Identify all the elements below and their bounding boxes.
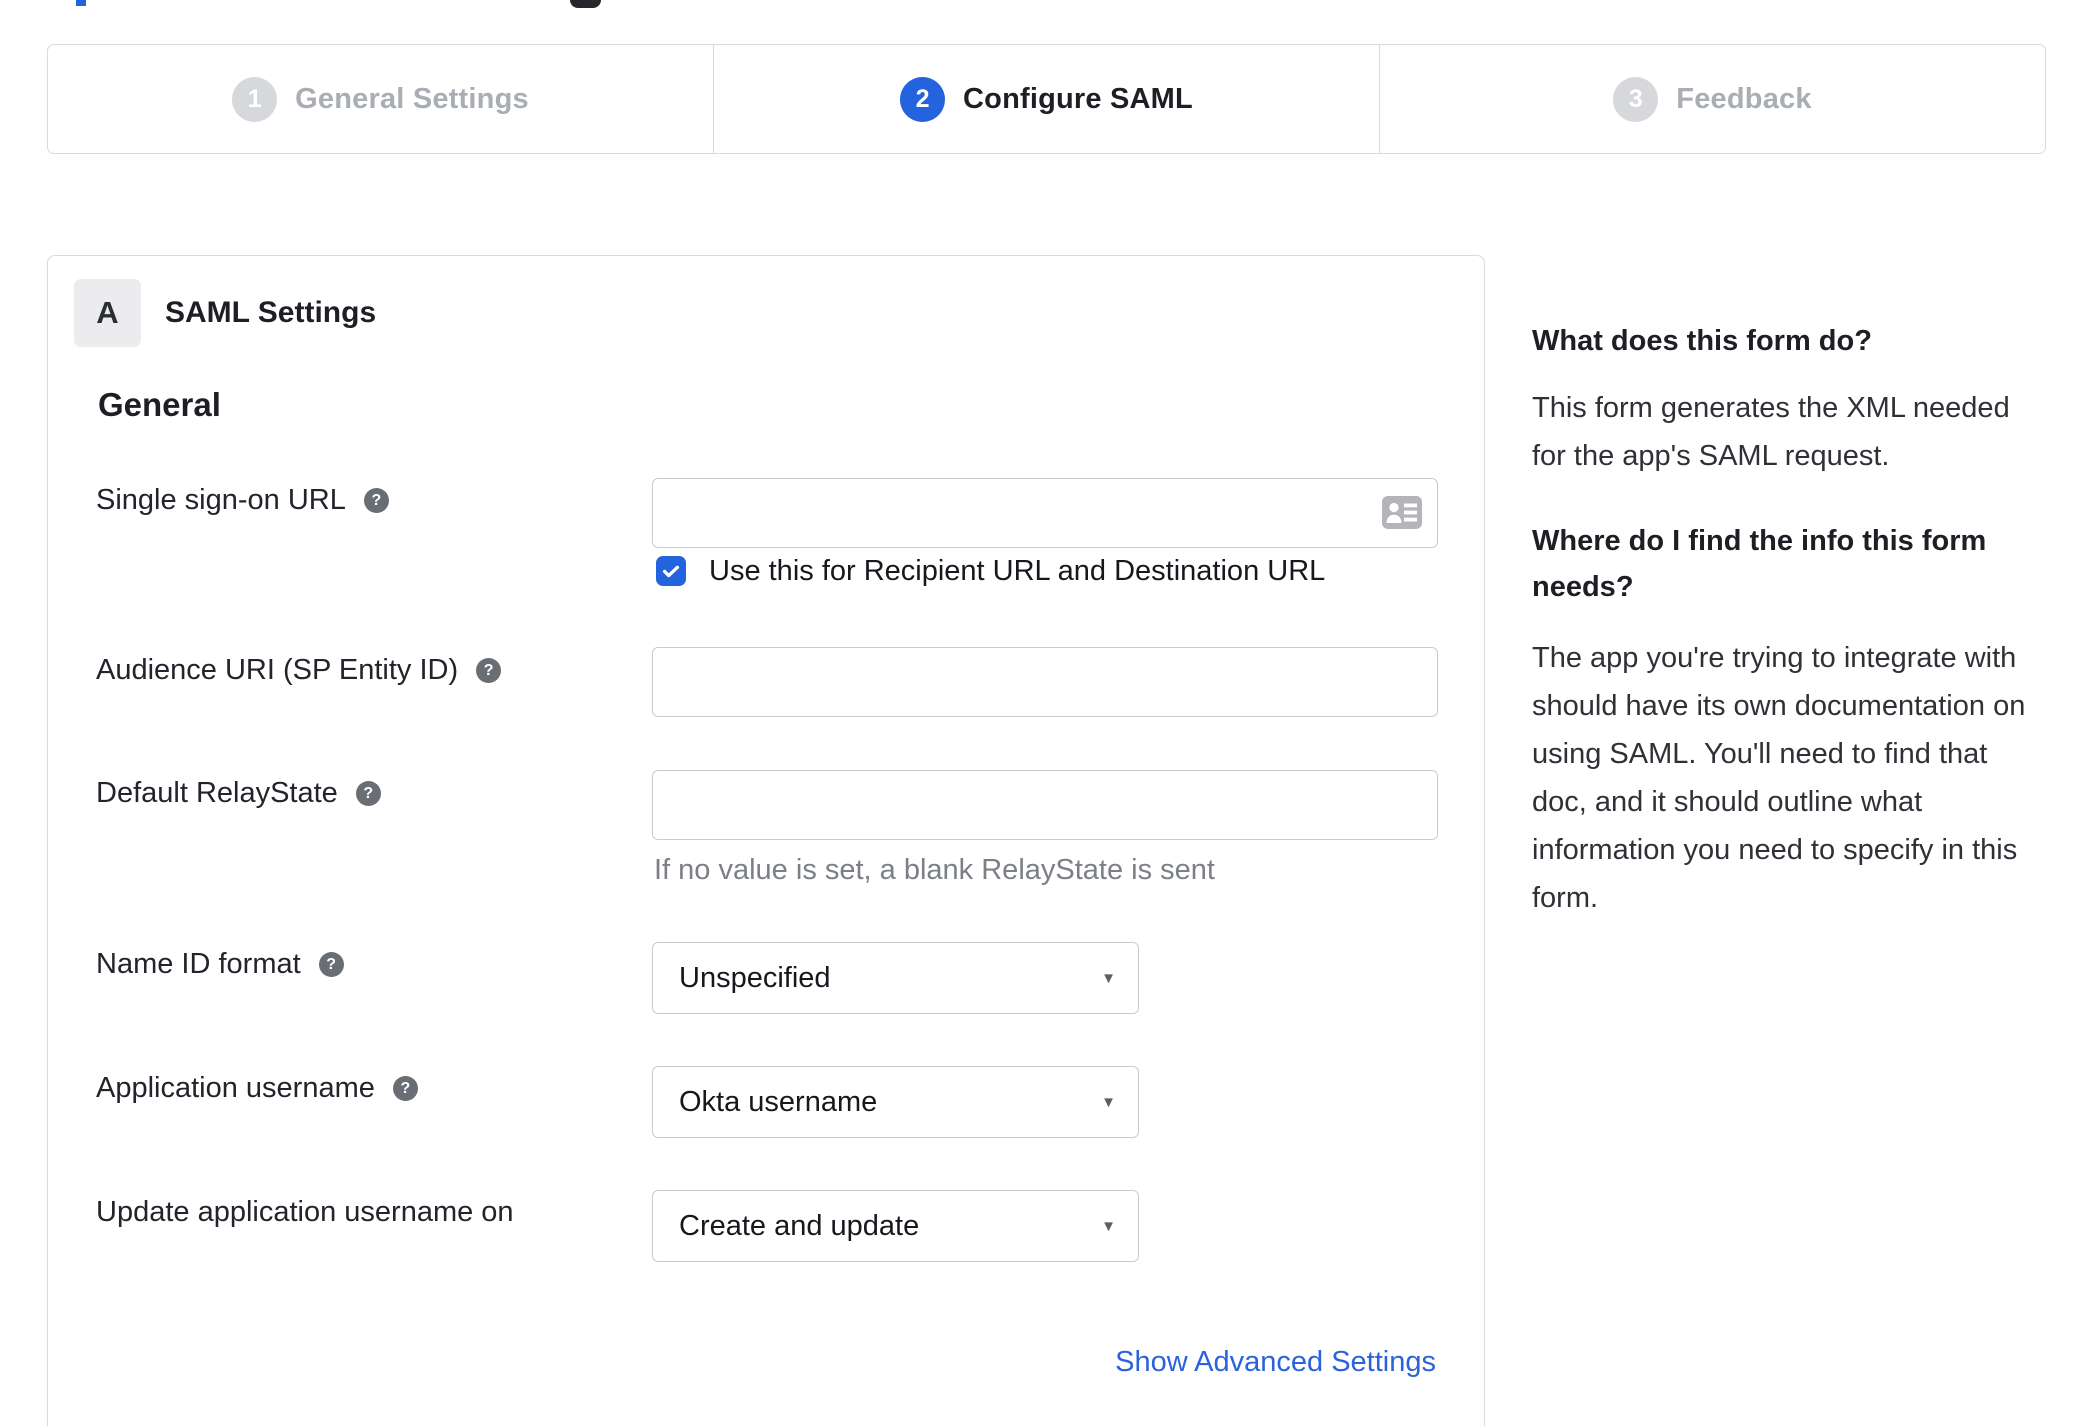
wizard-step-general-settings[interactable]: 1 General Settings [48,45,713,153]
sidebar-heading-where: Where do I find the info this form needs… [1532,525,1987,603]
app-username-help-icon[interactable]: ? [392,1076,418,1101]
chevron-down-icon: ▼ [1101,1217,1116,1235]
step-2-circle: 2 [900,76,946,122]
wizard-step-feedback[interactable]: 3 Feedback [1379,45,2045,153]
show-advanced-settings-link[interactable]: Show Advanced Settings [1115,1346,1436,1379]
app-username-select[interactable]: Okta username ▼ [652,1066,1139,1138]
audience-uri-label: Audience URI (SP Entity ID) [96,654,459,686]
name-id-format-select[interactable]: Unspecified ▼ [652,942,1139,1014]
update-username-select[interactable]: Create and update ▼ [652,1190,1139,1262]
name-id-format-value: Unspecified [679,961,831,994]
sso-url-label-row: Single sign-on URL ? [96,484,389,517]
saml-settings-card: A SAML Settings General Single sign-on U… [47,255,1485,1426]
audience-uri-help-icon[interactable]: ? [476,658,502,683]
name-id-format-label-row: Name ID format ? [96,948,344,981]
update-username-label-row: Update application username on [96,1196,514,1229]
group-title-general: General [98,386,221,423]
step-3-label: Feedback [1676,82,1812,115]
chevron-down-icon: ▼ [1101,969,1116,987]
name-id-format-help-icon[interactable]: ? [318,952,344,977]
sso-url-help-icon[interactable]: ? [363,488,389,513]
relay-state-help-icon[interactable]: ? [355,781,381,806]
app-username-label: Application username [96,1072,375,1104]
step-3-circle: 3 [1613,76,1659,122]
card-title: SAML Settings [165,296,377,329]
contact-card-icon[interactable] [1382,496,1422,529]
cropped-title-fragment-blue [76,0,86,6]
help-sidebar: What does this form do? This form genera… [1532,322,2044,922]
update-username-value: Create and update [679,1209,920,1242]
sidebar-paragraph-where: The app you're trying to integrate with … [1532,642,2026,914]
section-badge-a: A [74,279,141,347]
cropped-icon-fragment-dark [570,0,601,8]
audience-uri-input[interactable] [652,647,1438,717]
name-id-format-label: Name ID format [96,948,301,980]
chevron-down-icon: ▼ [1101,1093,1116,1111]
relay-state-label: Default RelayState [96,777,338,809]
wizard-steps-bar: 1 General Settings 2 Configure SAML 3 Fe… [47,44,2046,154]
sidebar-heading-what: What does this form do? [1532,325,1872,357]
audience-uri-label-row: Audience URI (SP Entity ID) ? [96,654,502,687]
sidebar-paragraph-what: This form generates the XML needed for t… [1532,392,2010,472]
wizard-step-configure-saml[interactable]: 2 Configure SAML [713,45,1379,153]
step-1-circle: 1 [232,76,278,122]
step-1-label: General Settings [295,82,529,115]
step-2-label: Configure SAML [963,82,1193,115]
update-username-label: Update application username on [96,1196,514,1228]
relay-state-hint: If no value is set, a blank RelayState i… [654,854,1215,886]
app-username-value: Okta username [679,1085,878,1118]
checkmark-icon [662,565,680,578]
app-username-label-row: Application username ? [96,1072,418,1105]
relay-state-input[interactable] [652,770,1438,840]
use-for-recipient-destination-label[interactable]: Use this for Recipient URL and Destinati… [709,555,1325,587]
sso-url-label: Single sign-on URL [96,484,346,516]
use-for-recipient-destination-checkbox[interactable] [656,556,686,586]
sso-url-input[interactable] [652,478,1438,548]
relay-state-label-row: Default RelayState ? [96,777,381,810]
